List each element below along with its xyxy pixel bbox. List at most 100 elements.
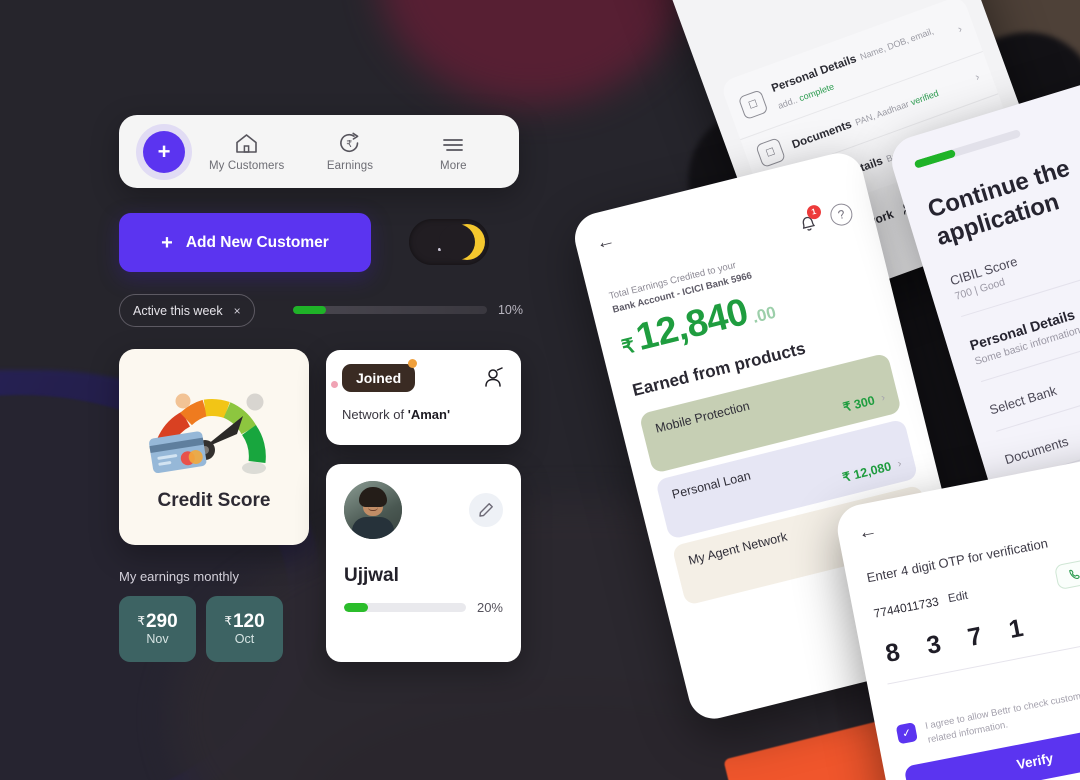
credit-gauge-illustration [149,393,266,474]
orange-dot [408,359,418,368]
network-person-icon [481,367,505,389]
progress-fill [293,306,326,314]
joined-card-top-row: Joined [331,359,505,392]
joined-badge-wrapper: Joined [331,359,418,392]
joined-subtitle-name: 'Aman' [407,407,451,422]
profile-progress-row: 20% [344,600,503,615]
plus-icon: + [161,231,173,254]
earnings-monthly-label: My earnings monthly [119,569,239,584]
avatar-body [352,517,394,539]
otp-digit-2[interactable]: 3 [924,630,943,661]
profile-progress-track[interactable] [344,603,466,612]
add-fab-button[interactable]: + [143,130,185,173]
nav-item-earnings[interactable]: ₹ Earnings [298,132,401,172]
product-value-block: ₹ 12,080 › [841,456,903,485]
rupee-refresh-icon: ₹ [338,132,361,154]
back-arrow-icon[interactable]: ← [594,229,618,255]
joined-network-card[interactable]: Joined Network of 'Aman' [326,350,521,445]
otp-digit-3[interactable]: 7 [965,622,984,653]
otp-digit-4[interactable]: 1 [1007,614,1026,645]
chevron-right-icon: › [879,391,887,404]
help-icon[interactable]: ? [828,201,855,228]
credit-score-card[interactable]: Credit Score [119,349,309,545]
kyc-title: Documents [790,118,854,152]
svg-text:₹: ₹ [347,139,353,150]
rupee-symbol: ₹ [224,613,232,628]
earnings-amount-decimals: .00 [750,302,778,327]
profile-name: Ujjwal [344,565,399,586]
earnings-amount-oct: ₹120 [224,610,265,632]
progress-row: 10% [293,303,523,317]
earnings-tiles: ₹290 Nov ₹120 Oct [119,596,283,662]
earnings-month-oct: Oct [234,632,255,647]
rupee-symbol: ₹ [619,334,638,360]
rupee-symbol: ₹ [841,399,853,415]
nav-fab-wrapper: + [133,130,195,173]
credit-score-title: Credit Score [157,490,271,511]
kyc-status: verified [909,87,940,108]
application-progress-track [913,129,1022,169]
documents-icon: ☐ [755,137,786,169]
progress-percent-label: 10% [497,303,523,317]
earnings-value-oct: 120 [232,610,265,632]
filter-chip-active-this-week[interactable]: Active this week × [119,294,255,327]
product-amount-value: 300 [852,393,877,412]
chevron-right-icon: › [896,457,903,470]
add-new-customer-label: Add New Customer [185,233,329,251]
application-title: Continue the application [924,154,1073,251]
notification-bell-icon[interactable]: 1 [795,203,823,235]
joined-subtitle-prefix: Network of [342,407,408,422]
profile-progress-percent: 20% [476,600,503,615]
chevron-right-icon: › [973,71,982,84]
profile-top-row [344,481,503,539]
product-amount: ₹ 12,080 [841,458,893,485]
dark-mode-toggle[interactable] [409,219,489,265]
application-progress-fill [913,148,956,169]
rupee-symbol: ₹ [137,613,145,628]
nav-label-earnings: Earnings [326,159,374,172]
call-to-verify-button[interactable]: Call to [1053,551,1080,591]
close-icon[interactable]: × [234,304,241,318]
consent-checkbox[interactable]: ✓ [895,722,918,745]
otp-phone-number: 7744011733 [872,593,940,621]
back-arrow-icon[interactable]: ← [856,520,879,544]
earnings-tile-oct[interactable]: ₹120 Oct [206,596,283,662]
profile-card[interactable]: Ujjwal 20% [326,464,521,662]
rupee-symbol: ₹ [841,469,853,485]
avatar[interactable] [344,481,402,539]
nav-label-my-customers: My Customers [209,159,285,172]
earnings-tile-nov[interactable]: ₹290 Nov [119,596,196,662]
home-icon [235,132,258,154]
chevron-right-icon: › [956,23,964,36]
avatar-hair [359,487,387,507]
earnings-amount-nov: ₹290 [137,610,178,632]
kyc-sub-text: PAN, Aadhaar [853,98,911,128]
bottom-nav-bar: + My Customers ₹ Earnings More [119,115,519,188]
product-amount: ₹ 300 [841,392,877,415]
nav-label-more: More [440,159,467,172]
moon-icon [439,224,485,260]
add-new-customer-button[interactable]: + Add New Customer [119,213,371,272]
phone-call-icon [1067,567,1080,582]
joined-subtitle: Network of 'Aman' [342,407,505,422]
profile-progress-fill [344,603,369,612]
nav-item-my-customers[interactable]: My Customers [195,132,298,172]
personal-details-icon: ☐ [737,89,769,121]
kyc-status: complete [797,81,836,104]
nav-item-more[interactable]: More [402,132,505,172]
edit-profile-button[interactable] [469,493,503,527]
left-panel: + My Customers ₹ Earnings More + Add New… [0,0,560,780]
product-amount-value: 12,080 [852,459,893,483]
otp-digit-1[interactable]: 8 [883,638,902,669]
edit-phone-link[interactable]: Edit [947,589,969,605]
earnings-topbar-icons: 1 ? [795,201,855,236]
earnings-month-nov: Nov [146,632,169,647]
earnings-value-nov: 290 [145,610,178,632]
joined-badge: Joined [342,364,416,392]
filter-chip-label: Active this week [133,303,223,318]
progress-track[interactable] [293,306,487,314]
product-value-block: ₹ 300 › [841,390,887,415]
pink-dot [331,381,338,388]
hamburger-icon [441,132,465,154]
edit-icon [478,502,494,518]
